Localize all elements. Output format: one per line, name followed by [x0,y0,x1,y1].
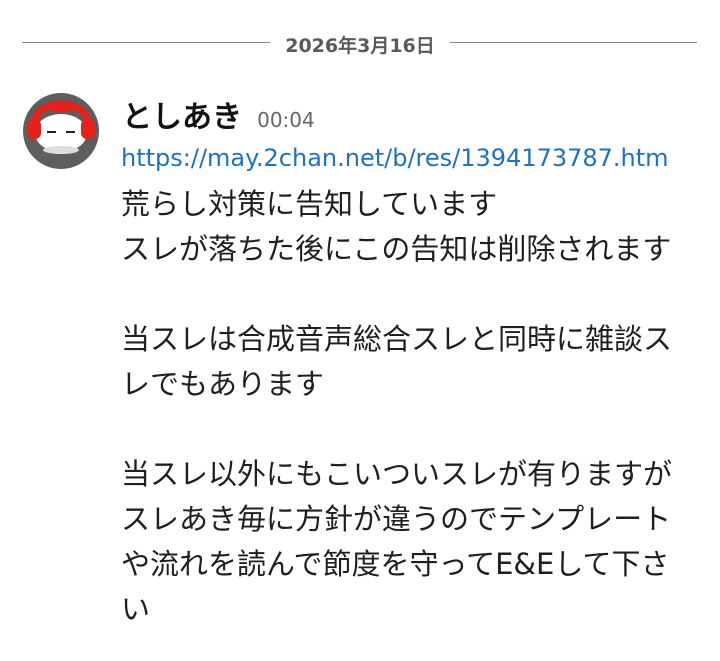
message-body-line: 荒らし対策に告知しています [121,187,498,221]
message-header: としあき 00:04 [122,92,315,135]
message-body-line: 当スレは合成音声総合スレと同時に雑談ス [121,322,673,356]
message-body-line [121,407,696,452]
message-body-line [121,272,696,317]
username[interactable]: としあき [122,100,242,135]
date-divider-label: 2026年3月16日 [285,35,435,57]
red-headphones-character-avatar-icon [27,100,95,154]
message-link[interactable]: https://may.2chan.net/b/res/1394173787.h… [121,144,691,172]
message-body-line: スレが落ちた後にこの告知は削除されます [121,232,672,266]
avatar[interactable] [23,93,99,169]
message-body-line: スレあき毎に方針が違うのでテンプレート [121,502,672,536]
message-body-line: や流れを読んで節度を守ってE&Eして下さ [121,547,670,581]
message-body-line: 当スレ以外にもこいついスレが有りますが [121,457,673,491]
divider-line-left [22,42,270,43]
divider-line-right [450,42,697,43]
message-timestamp: 00:04 [257,108,315,132]
message-body-line: い [121,592,151,626]
message-body-line: レでもあります [121,367,325,401]
message-body: 荒らし対策に告知しています スレが落ちた後にこの告知は削除されます 当スレは合成… [121,182,696,632]
date-divider: 2026年3月16日 [0,28,720,58]
